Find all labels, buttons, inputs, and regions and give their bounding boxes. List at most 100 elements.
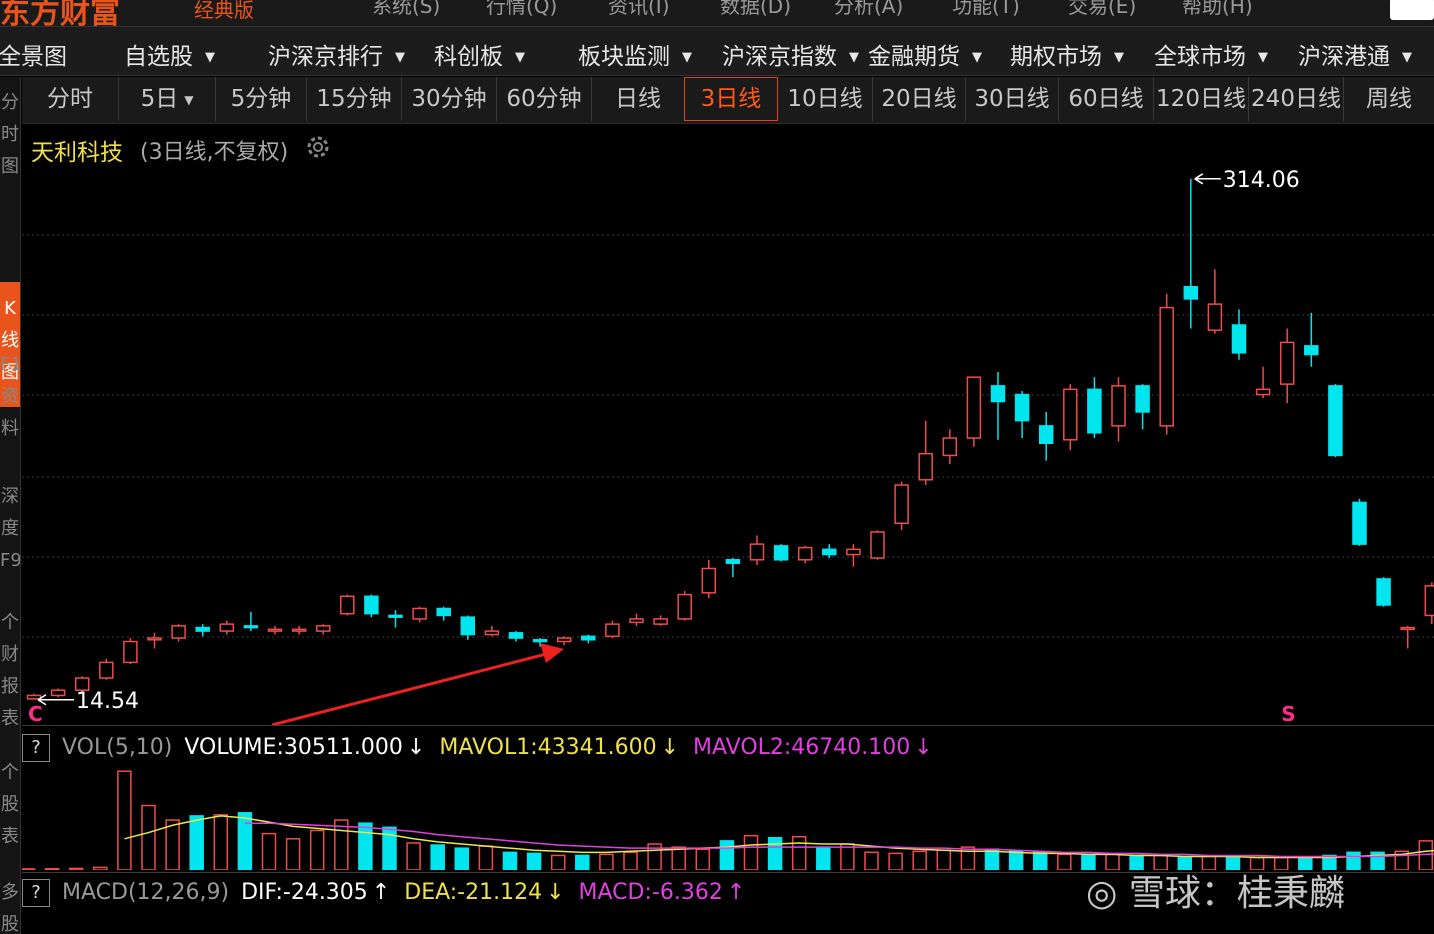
buy-signal-marker: C <box>28 702 43 725</box>
tab-3day[interactable]: 3日线 <box>684 77 778 121</box>
volume-bar <box>719 840 735 870</box>
volume-bar <box>888 852 903 870</box>
candle <box>1087 377 1102 439</box>
dif-value: DIF:-24.305 <box>241 880 368 905</box>
tab-60day[interactable]: 60日线 <box>1059 77 1154 121</box>
volume-bar <box>213 814 229 870</box>
chevron-down-icon: ▼ <box>972 50 982 65</box>
volume-bar <box>599 853 614 870</box>
candle <box>1159 293 1174 435</box>
candle-body <box>484 630 500 636</box>
candle-body <box>942 437 958 457</box>
candle-body <box>653 618 668 625</box>
nav-ranking[interactable]: 沪深京排行 ▼ <box>268 37 405 71</box>
app-brand: 东方财富 <box>0 0 120 27</box>
candle <box>123 638 138 665</box>
arrow-up-icon: ↑ <box>726 880 746 905</box>
nav-sector-monitor[interactable]: 板块监测 ▼ <box>578 37 692 71</box>
candle <box>1183 178 1199 329</box>
menu-quotes[interactable]: 行情(Q) <box>486 0 557 19</box>
left-tool-strip: 分时图 K线图 F10资料 深度F9 个财报表 个股表 多股 <box>0 77 21 934</box>
volume-bar <box>44 868 60 870</box>
menu-data[interactable]: 数据(D) <box>720 0 791 19</box>
volume-bar <box>430 844 445 870</box>
nav-hk-connect[interactable]: 沪深港通 ▼ <box>1298 37 1412 71</box>
app-edition: 经典版 <box>194 0 254 22</box>
menu-analysis[interactable]: 分析(A) <box>834 0 903 19</box>
volume-bar <box>671 846 686 870</box>
help-icon[interactable]: ? <box>22 879 50 907</box>
candle <box>846 544 861 567</box>
candle-body <box>267 628 283 632</box>
candle-body <box>532 639 548 643</box>
tab-240day[interactable]: 240日线 <box>1249 77 1344 121</box>
nav-futures[interactable]: 金融期货 ▼ <box>868 37 982 71</box>
left-strip-more[interactable]: 多股 <box>0 877 20 934</box>
menu-trade[interactable]: 交易(E) <box>1068 0 1136 19</box>
nav-star-market[interactable]: 科创板 ▼ <box>434 37 525 71</box>
nav-index[interactable]: 沪深京指数 ▼ <box>722 37 859 71</box>
tab-30day[interactable]: 30日线 <box>966 77 1059 121</box>
tab-5min[interactable]: 5分钟 <box>216 77 307 121</box>
candle-body <box>797 546 813 561</box>
price-chart[interactable]: 314.06 14.54 C S <box>22 125 1434 725</box>
volume-chart[interactable] <box>22 766 1434 870</box>
candle <box>364 594 379 618</box>
candle <box>1014 391 1030 439</box>
nav-global[interactable]: 全球市场 ▼ <box>1154 37 1268 71</box>
candle-body <box>1304 345 1319 356</box>
tab-weekly[interactable]: 周线 <box>1344 77 1434 121</box>
tab-30min[interactable]: 30分钟 <box>402 77 497 121</box>
candle <box>267 625 283 635</box>
left-strip-f10[interactable]: F10资料 <box>0 349 20 445</box>
help-icon[interactable]: ? <box>22 734 50 762</box>
candle <box>1376 577 1391 607</box>
search-box[interactable] <box>1390 0 1434 20</box>
volume-bar <box>816 846 831 870</box>
candle-body <box>123 640 138 664</box>
tab-5day[interactable]: 5日 ▼ <box>119 77 216 121</box>
menu-help[interactable]: 帮助(H) <box>1182 0 1253 19</box>
arrow-up-icon: ↑ <box>371 880 391 905</box>
left-strip-depth[interactable]: 深度 F9 <box>0 481 20 577</box>
menu-system[interactable]: 系统(S) <box>372 0 440 19</box>
candle <box>605 620 620 639</box>
candle <box>677 591 692 621</box>
candle-body <box>1063 388 1078 441</box>
nav-panorama[interactable]: 全景图 <box>0 37 67 71</box>
left-strip-stock[interactable]: 个股表 <box>0 757 20 853</box>
candle-body <box>412 607 427 620</box>
tab-intraday[interactable]: 分时 <box>22 77 119 121</box>
left-strip-group[interactable]: 分时图 <box>0 87 20 183</box>
red-arrow-annotation <box>271 651 551 725</box>
candle <box>1135 384 1150 430</box>
candle-body <box>364 595 379 615</box>
tab-20day[interactable]: 20日线 <box>873 77 966 121</box>
candle-body <box>1279 341 1295 385</box>
tab-60min[interactable]: 60分钟 <box>497 77 592 121</box>
nav-options[interactable]: 期权市场 ▼ <box>1010 37 1124 71</box>
volume-bar <box>309 829 325 870</box>
tab-daily[interactable]: 日线 <box>592 77 685 121</box>
candle-body <box>1400 626 1415 631</box>
tab-120day[interactable]: 120日线 <box>1154 77 1249 121</box>
volume-bar <box>285 838 301 870</box>
mavol1-value: MAVOL1:43341.600 <box>439 735 657 760</box>
menu-news[interactable]: 资讯(I) <box>608 0 670 19</box>
candle <box>50 688 66 698</box>
candle <box>870 530 885 560</box>
candle <box>1304 312 1319 367</box>
tab-10day[interactable]: 10日线 <box>778 77 873 121</box>
period-tabs: 分时 5日 ▼ 5分钟 15分钟 30分钟 60分钟 日线 3日线 10日线 20… <box>22 77 1434 124</box>
candle <box>171 624 186 642</box>
left-strip-finance[interactable]: 个财报表 <box>0 607 20 735</box>
volume-bar <box>478 845 494 870</box>
tab-15min[interactable]: 15分钟 <box>307 77 402 121</box>
candle <box>484 625 500 637</box>
candle <box>653 615 668 626</box>
nav-watchlist[interactable]: 自选股 ▼ <box>124 37 215 71</box>
volume-bar <box>454 847 470 870</box>
menu-functions[interactable]: 功能(T) <box>952 0 1020 19</box>
candle-body <box>171 625 186 639</box>
volume-bar <box>767 837 783 870</box>
